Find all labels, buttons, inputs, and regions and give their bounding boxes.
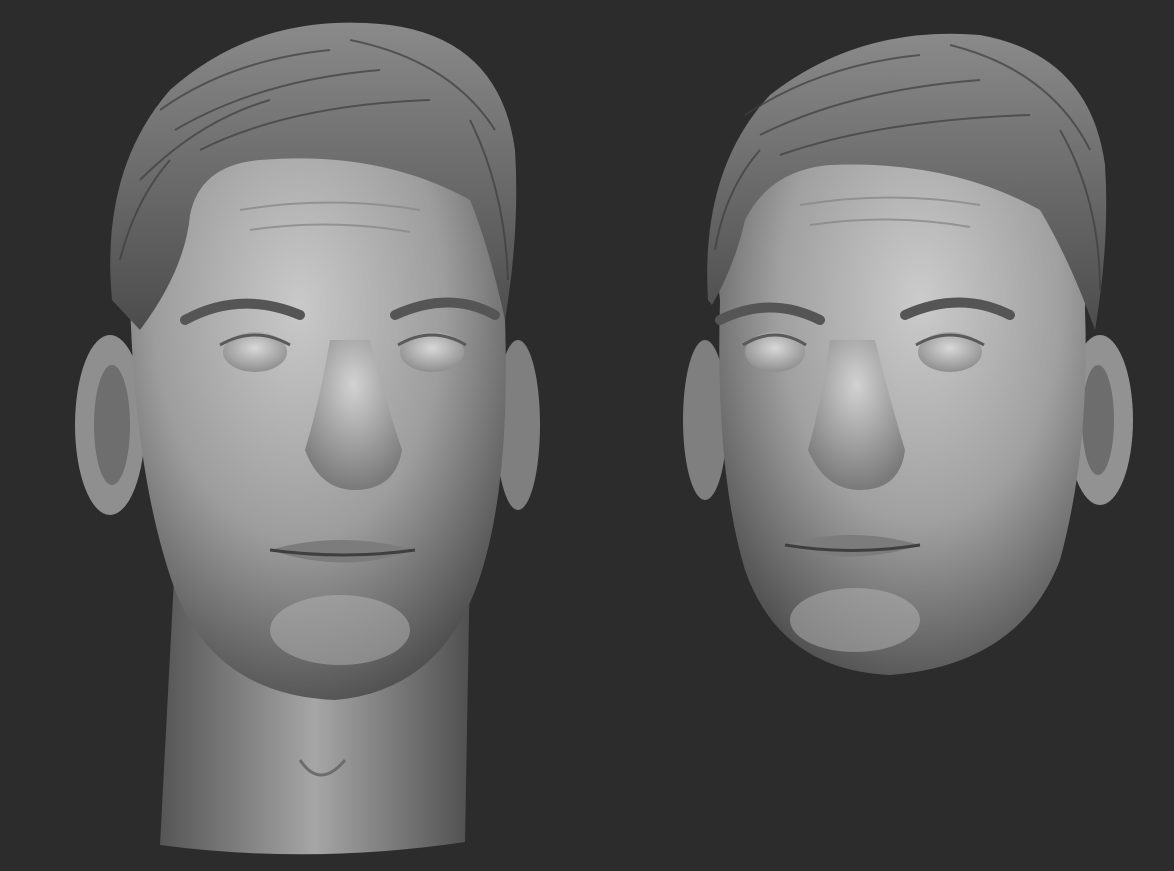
sculpt-viewport xyxy=(0,0,1174,871)
sculpt-render xyxy=(75,22,1133,855)
face-mask xyxy=(683,33,1133,676)
head-with-neck xyxy=(75,22,540,855)
